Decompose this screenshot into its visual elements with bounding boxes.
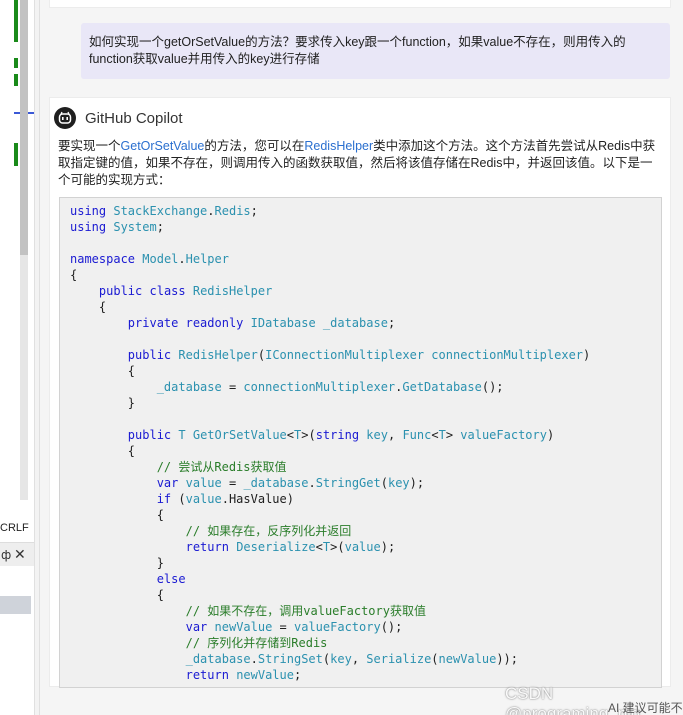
code-line: } [70,556,164,570]
editor-strip: CRLF ф ✕ [0,0,34,715]
change-marker [14,74,18,86]
code-line: var newValue = valueFactory(); [185,620,403,634]
intro-text: 的方法，您可以在 [204,139,305,153]
copilot-icon [54,107,76,129]
code-line: { [70,508,164,522]
method-name-ref[interactable]: GetOrSetValue [121,139,205,153]
code-line: using StackExchange.Redis; [70,204,258,218]
pane-tab-label: ф [1,548,12,562]
code-line: // 如果存在，反序列化并返回 [185,524,352,538]
code-line: var value = _database.StringGet(key); [156,476,425,490]
pane-selection[interactable] [0,596,31,614]
code-line: public T GetOrSetValue<T>(string key, Fu… [127,428,555,442]
code-line: } [70,396,136,410]
code-line: _database.StringSet(key, Serialize(newVa… [185,652,519,666]
change-marker [14,143,18,166]
code-line: public class RedisHelper [98,284,273,298]
code-line: public RedisHelper(IConnectionMultiplexe… [127,348,591,362]
user-message: 如何实现一个getOrSetValue的方法？要求传入key跟一个functio… [81,23,670,79]
change-marker [14,58,18,68]
code-line: if (value.HasValue) [156,492,294,506]
code-line: { [70,364,136,378]
code-line: { [70,300,107,314]
pane-tab[interactable]: ф ✕ [0,542,34,566]
assistant-header: GitHub Copilot [54,106,183,130]
editor-scrollbar-thumb[interactable] [20,0,28,255]
line-ending-indicator[interactable]: CRLF [0,522,29,534]
class-name-ref[interactable]: RedisHelper [304,139,373,153]
assistant-name: GitHub Copilot [85,109,183,127]
code-line: { [70,268,78,282]
assistant-message: GitHub Copilot 要实现一个GetOrSetValue的方法，您可以… [49,97,671,688]
code-line: { [70,444,136,458]
editor-gutter [0,0,20,500]
code-line: // 如果不存在，调用valueFactory获取值 [185,604,426,618]
code-line: namespace Model.Helper [70,252,229,266]
code-line: _database = connectionMultiplexer.GetDat… [156,380,504,394]
pane-splitter[interactable] [34,0,40,715]
code-line: // 尝试从Redis获取值 [156,460,287,474]
previous-message-card [49,0,671,8]
code-line: { [70,588,164,602]
code-line: private readonly IDatabase _database; [127,316,396,330]
code-line: using System; [70,220,164,234]
ai-disclaimer: AI 建议可能不准确。 [608,701,683,715]
code-block[interactable]: using StackExchange.Redis; using System; n… [59,197,662,688]
intro-text: 要实现一个 [58,139,121,153]
assistant-intro: 要实现一个GetOrSetValue的方法，您可以在RedisHelper类中添… [58,138,664,189]
code-content: using StackExchange.Redis; using System; n… [70,203,590,683]
code-line: return Deserialize<T>(value); [185,540,396,554]
copilot-chat-panel: 如何实现一个getOrSetValue的方法？要求传入key跟一个functio… [41,0,683,715]
code-line: else [156,572,186,586]
change-marker [14,0,18,42]
code-line: // 序列化并存储到Redis [185,636,328,650]
code-line: return newValue; [185,668,302,682]
copilot-glyph [58,111,72,124]
close-icon[interactable]: ✕ [14,543,26,567]
